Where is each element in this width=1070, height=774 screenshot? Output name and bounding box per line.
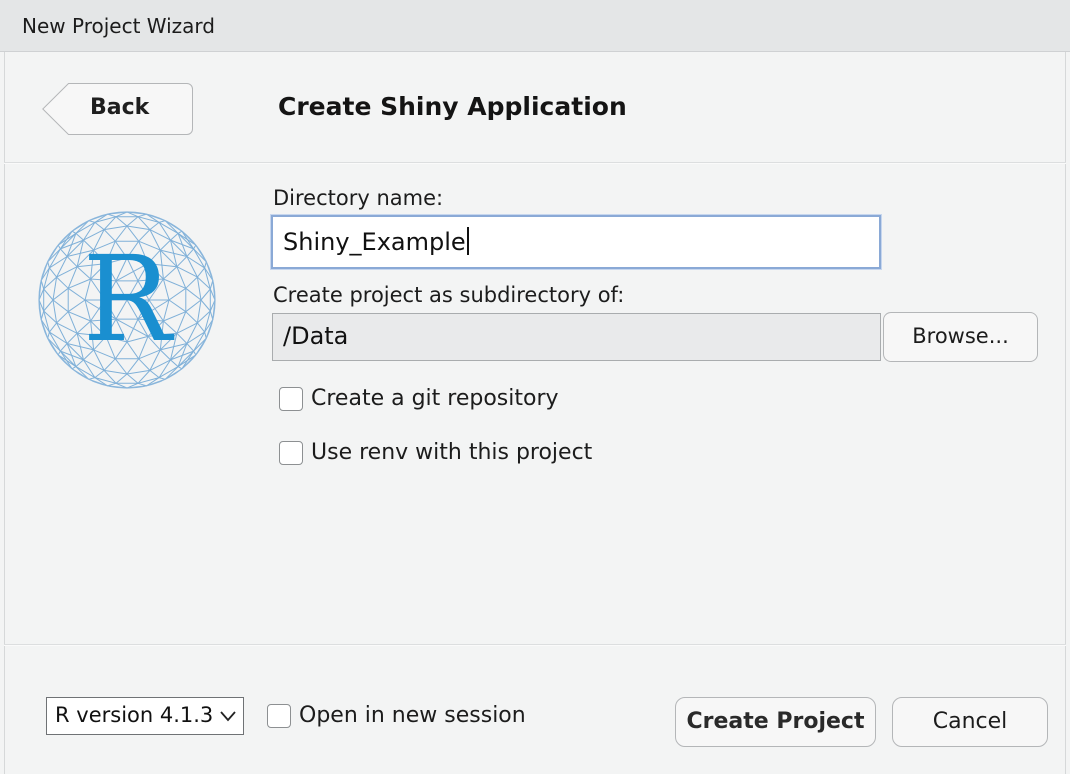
wizard-panel [4,52,1066,774]
renv-option[interactable]: Use renv with this project [279,440,592,465]
open-new-session-option[interactable]: Open in new session [267,703,526,728]
create-project-button[interactable]: Create Project [675,697,876,747]
chevron-down-icon [220,711,236,722]
window-title: New Project Wizard [22,14,215,38]
back-button[interactable]: Back [42,83,193,135]
r-logo-icon: R [36,208,218,392]
renv-checkbox[interactable] [279,440,303,465]
git-repository-checkbox[interactable] [279,386,303,411]
title-bar: New Project Wizard [0,0,1070,52]
cancel-button[interactable]: Cancel [892,697,1048,747]
r-version-select[interactable]: R version 4.1.3 [46,697,244,735]
git-repository-option[interactable]: Create a git repository [279,386,559,411]
text-caret [466,227,469,255]
page-title: Create Shiny Application [278,92,627,121]
subdirectory-input[interactable]: /Data [272,313,881,361]
git-repository-label: Create a git repository [311,386,559,411]
r-logo-letter: R [83,230,175,368]
r-version-value: R version 4.1.3 [55,703,214,727]
subdirectory-label: Create project as subdirectory of: [273,283,625,307]
directory-name-label: Directory name: [273,186,444,210]
browse-button[interactable]: Browse... [883,312,1038,362]
directory-name-value: Shiny_Example [283,228,466,256]
header-divider [4,162,1066,164]
new-project-wizard-window: New Project Wizard Back Create Shiny App… [0,0,1070,774]
open-new-session-label: Open in new session [299,703,526,728]
footer-divider [4,644,1066,646]
back-button-label: Back [90,95,150,120]
renv-label: Use renv with this project [311,440,593,465]
directory-name-input[interactable]: Shiny_Example [271,215,881,269]
open-new-session-checkbox[interactable] [267,703,291,728]
